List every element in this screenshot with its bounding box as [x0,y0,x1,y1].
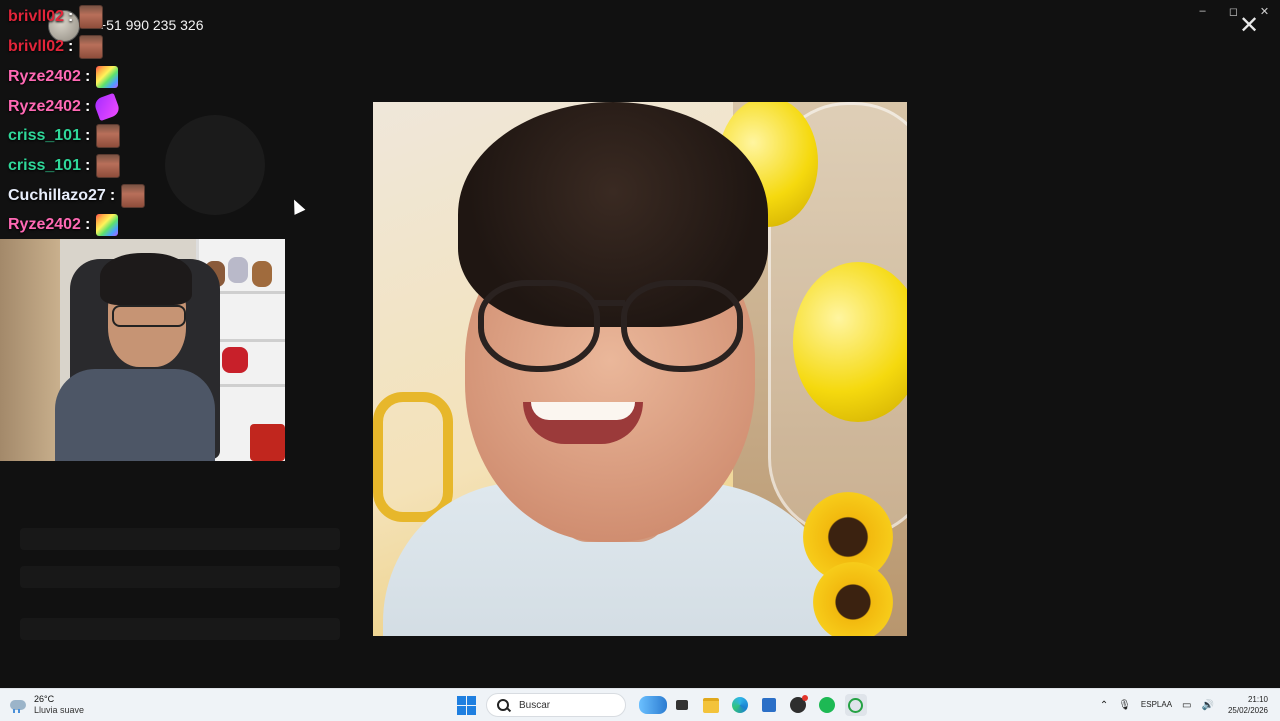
edge-icon [731,697,748,713]
taskbar: 26°C Lluvia suave Buscar ⌃ 🎙 ESP LAA ▭ 🔊… [0,688,1280,721]
window-controls: – ◻ ✕ [1187,0,1280,22]
chat-username: Ryze2402 [8,216,81,233]
emote-purple-icon [93,92,122,122]
chat-message: Ryze2402 : [8,64,119,90]
task-view-button[interactable] [671,694,693,716]
taskbar-search[interactable]: Buscar [486,693,626,717]
whatsapp-icon [848,697,863,713]
dimmed-row [20,566,340,588]
chat-separator: : [68,38,74,55]
speaker [250,424,285,461]
chat-username: Ryze2402 [8,98,81,115]
chat-message: criss_101 : [8,153,121,179]
sunflower [813,562,893,636]
system-tray: ⌃ 🎙 ESP LAA ▭ 🔊 21:10 25/02/2026 [1090,692,1268,718]
minimize-button[interactable]: – [1187,0,1218,22]
search-highlight-icon[interactable] [639,696,667,714]
whatsapp-button[interactable] [844,694,867,716]
folder-icon [702,697,719,713]
emote-rainbow-icon [96,214,119,236]
chat-message: Cuchillazo27 : [8,183,146,209]
emote-rainbow-icon [96,66,119,88]
image-viewer: +51 990 235 326 brivll02 : brivll02 : Ry… [0,0,1280,688]
search-icon [497,699,509,711]
dimmed-row [20,528,340,550]
chat-message: brivll02 : [8,34,104,60]
chat-username: Ryze2402 [8,68,81,85]
chat-message: criss_101 : [8,123,121,149]
obs-button[interactable] [787,694,809,716]
chat-username: Cuchillazo27 [8,187,106,204]
chevron-up-icon: ⌃ [1099,699,1109,711]
show-hidden-icons-button[interactable]: ⌃ [1100,700,1108,711]
search-placeholder: Buscar [519,699,551,711]
close-viewer-button[interactable]: ✕ [1236,12,1262,39]
rain-cloud-icon [8,697,28,713]
start-button[interactable] [456,694,478,716]
chat-username: criss_101 [8,127,81,144]
microphone-icon[interactable]: 🎙 [1118,700,1131,711]
dimmed-row [20,618,340,640]
clock[interactable]: 21:10 25/02/2026 [1228,694,1268,716]
emote-face-icon [79,5,104,29]
chat-username: brivll02 [8,38,65,55]
weather-description: Lluvia suave [34,705,85,715]
clock-date: 25/02/2026 [1227,706,1268,715]
volume-icon[interactable]: 🔊 [1202,700,1214,711]
chat-message: Ryze2402 : [8,92,122,122]
chat-username: criss_101 [8,157,81,174]
emote-face-icon [79,35,104,59]
obs-icon [789,695,808,713]
emote-face-icon [96,124,121,148]
emote-face-icon [121,184,146,208]
language-indicator[interactable]: ESP LAA [1141,700,1172,710]
weather-temperature: 26°C [34,694,55,704]
store-icon [761,698,776,712]
chat-separator: : [109,187,116,204]
weather-widget[interactable]: 26°C Lluvia suave [8,694,84,716]
task-view-icon [675,700,688,710]
store-button[interactable] [758,694,780,716]
chat-separator: : [68,8,74,25]
chat-separator: : [84,68,91,85]
contact-phone-number: +51 990 235 326 [98,17,204,33]
mouse-cursor [288,197,306,215]
glasses-icon [112,305,186,327]
chat-message: Ryze2402 : [8,212,119,238]
file-explorer-button[interactable] [700,694,722,716]
chat-message: brivll02 : [8,4,104,30]
chat-separator: : [84,157,91,174]
chat-username: brivll02 [8,8,65,25]
viewed-photo [373,102,907,636]
chat-separator: : [84,127,91,144]
spotify-button[interactable] [816,694,838,716]
webcam-feed [0,239,285,461]
windows-logo-icon [457,695,476,715]
clock-time: 21:10 [1247,695,1268,704]
emote-face-icon [96,154,121,178]
network-icon[interactable]: ▭ [1182,700,1191,711]
taskbar-apps: Buscar [452,692,870,718]
spotify-icon [818,697,835,713]
dimmed-profile-circle [165,115,265,215]
chat-separator: : [84,216,91,233]
chat-separator: : [84,98,91,115]
edge-button[interactable] [729,694,751,716]
